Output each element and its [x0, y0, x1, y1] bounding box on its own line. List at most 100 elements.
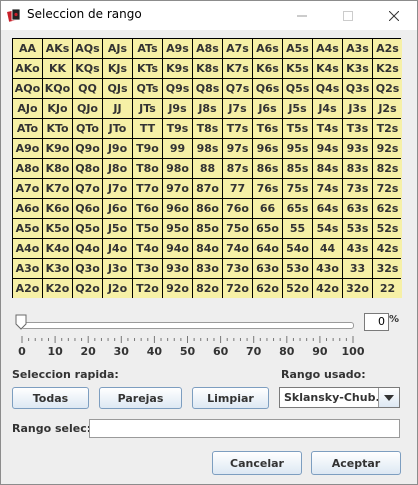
hand-cell[interactable]: 62o — [253, 279, 282, 298]
hand-cell[interactable]: J4s — [313, 99, 342, 118]
hand-cell[interactable]: K2s — [373, 59, 402, 78]
hand-cell[interactable]: 83o — [193, 259, 222, 278]
hand-cell[interactable]: A3o — [13, 259, 42, 278]
hand-cell[interactable]: J9s — [163, 99, 192, 118]
percent-input[interactable]: 0 — [364, 313, 389, 331]
hand-cell[interactable]: A9s — [163, 39, 192, 58]
hand-cell[interactable]: K6s — [253, 59, 282, 78]
hand-cell[interactable]: KTs — [133, 59, 162, 78]
hand-cell[interactable]: K8s — [193, 59, 222, 78]
hand-cell[interactable]: J2o — [103, 279, 132, 298]
hand-cell[interactable]: Q2o — [73, 279, 102, 298]
hand-cell[interactable]: 93s — [343, 139, 372, 158]
hand-cell[interactable]: T8o — [133, 159, 162, 178]
hand-cell[interactable]: A7s — [223, 39, 252, 58]
dropdown-arrow-button[interactable] — [378, 388, 399, 407]
hand-cell[interactable]: 96s — [253, 139, 282, 158]
hand-cell[interactable]: J3s — [343, 99, 372, 118]
hand-cell[interactable]: JTs — [133, 99, 162, 118]
close-button[interactable] — [371, 1, 417, 30]
hand-cell[interactable]: AKo — [13, 59, 42, 78]
hand-cell[interactable]: 97s — [223, 139, 252, 158]
hand-cell[interactable]: QTs — [133, 79, 162, 98]
pairs-button[interactable]: Parejas — [99, 387, 182, 409]
hand-cell[interactable]: JJ — [103, 99, 132, 118]
hand-cell[interactable]: 54o — [283, 239, 312, 258]
hand-cell[interactable]: Q9s — [163, 79, 192, 98]
hand-cell[interactable]: QJo — [73, 99, 102, 118]
hand-cell[interactable]: A6o — [13, 199, 42, 218]
hand-cell[interactable]: T8s — [193, 119, 222, 138]
hand-cell[interactable]: Q5o — [73, 219, 102, 238]
hand-cell[interactable]: Q4o — [73, 239, 102, 258]
hand-cell[interactable]: Q3o — [73, 259, 102, 278]
hand-cell[interactable]: J8s — [193, 99, 222, 118]
hand-cell[interactable]: 64s — [313, 199, 342, 218]
hand-cell[interactable]: 86o — [193, 199, 222, 218]
hand-cell[interactable]: Q7o — [73, 179, 102, 198]
maximize-button[interactable] — [325, 1, 371, 30]
hand-cell[interactable]: 32s — [373, 259, 402, 278]
hand-cell[interactable]: T4s — [313, 119, 342, 138]
accept-button[interactable]: Aceptar — [311, 451, 401, 475]
hand-cell[interactable]: J3o — [103, 259, 132, 278]
hand-cell[interactable]: 63o — [253, 259, 282, 278]
clear-button[interactable]: Limpiar — [192, 387, 269, 409]
hand-cell[interactable]: 84s — [313, 159, 342, 178]
hand-cell[interactable]: 92o — [163, 279, 192, 298]
hand-cell[interactable]: T2o — [133, 279, 162, 298]
hand-cell[interactable]: AJs — [103, 39, 132, 58]
hand-cell[interactable]: 52o — [283, 279, 312, 298]
hand-cell[interactable]: 88 — [193, 159, 222, 178]
hand-cell[interactable]: J5s — [283, 99, 312, 118]
hand-cell[interactable]: K9o — [43, 139, 72, 158]
hand-cell[interactable]: 93o — [163, 259, 192, 278]
hand-cell[interactable]: A4o — [13, 239, 42, 258]
hand-cell[interactable]: 66 — [253, 199, 282, 218]
cancel-button[interactable]: Cancelar — [212, 451, 302, 475]
hand-cell[interactable]: T9o — [133, 139, 162, 158]
hand-cell[interactable]: KQo — [43, 79, 72, 98]
hand-cell[interactable]: 95o — [163, 219, 192, 238]
hand-cell[interactable]: Q2s — [373, 79, 402, 98]
hand-cell[interactable]: K5o — [43, 219, 72, 238]
hand-cell[interactable]: 65s — [283, 199, 312, 218]
hand-cell[interactable]: 77 — [223, 179, 252, 198]
hand-cell[interactable]: T9s — [163, 119, 192, 138]
hand-cell[interactable]: 64o — [253, 239, 282, 258]
hand-cell[interactable]: 74s — [313, 179, 342, 198]
hand-cell[interactable]: 32o — [343, 279, 372, 298]
hand-cell[interactable]: A7o — [13, 179, 42, 198]
hand-cell[interactable]: 86s — [253, 159, 282, 178]
hand-cell[interactable]: QTo — [73, 119, 102, 138]
hand-cell[interactable]: 65o — [253, 219, 282, 238]
hand-cell[interactable]: 85s — [283, 159, 312, 178]
hand-cell[interactable]: A4s — [313, 39, 342, 58]
hand-cell[interactable]: K8o — [43, 159, 72, 178]
hand-cell[interactable]: 82s — [373, 159, 402, 178]
hand-cell[interactable]: Q6s — [253, 79, 282, 98]
hand-cell[interactable]: T5o — [133, 219, 162, 238]
hand-cell[interactable]: KJs — [103, 59, 132, 78]
hand-cell[interactable]: 94s — [313, 139, 342, 158]
hand-cell[interactable]: 96o — [163, 199, 192, 218]
hand-cell[interactable]: Q8o — [73, 159, 102, 178]
hand-cell[interactable]: K3o — [43, 259, 72, 278]
hand-cell[interactable]: A8o — [13, 159, 42, 178]
hand-cell[interactable]: 87s — [223, 159, 252, 178]
hand-cell[interactable]: A6s — [253, 39, 282, 58]
hand-cell[interactable]: 54s — [313, 219, 342, 238]
hand-cell[interactable]: J6o — [103, 199, 132, 218]
hand-cell[interactable]: Q7s — [223, 79, 252, 98]
hand-cell[interactable]: J2s — [373, 99, 402, 118]
hand-cell[interactable]: A8s — [193, 39, 222, 58]
hand-cell[interactable]: AKs — [43, 39, 72, 58]
hand-cell[interactable]: A9o — [13, 139, 42, 158]
hand-cell[interactable]: T7s — [223, 119, 252, 138]
hand-cell[interactable]: J5o — [103, 219, 132, 238]
hand-cell[interactable]: T3o — [133, 259, 162, 278]
hand-cell[interactable]: 73s — [343, 179, 372, 198]
hand-cell[interactable]: 76o — [223, 199, 252, 218]
hand-cell[interactable]: 85o — [193, 219, 222, 238]
hand-cell[interactable]: 52s — [373, 219, 402, 238]
